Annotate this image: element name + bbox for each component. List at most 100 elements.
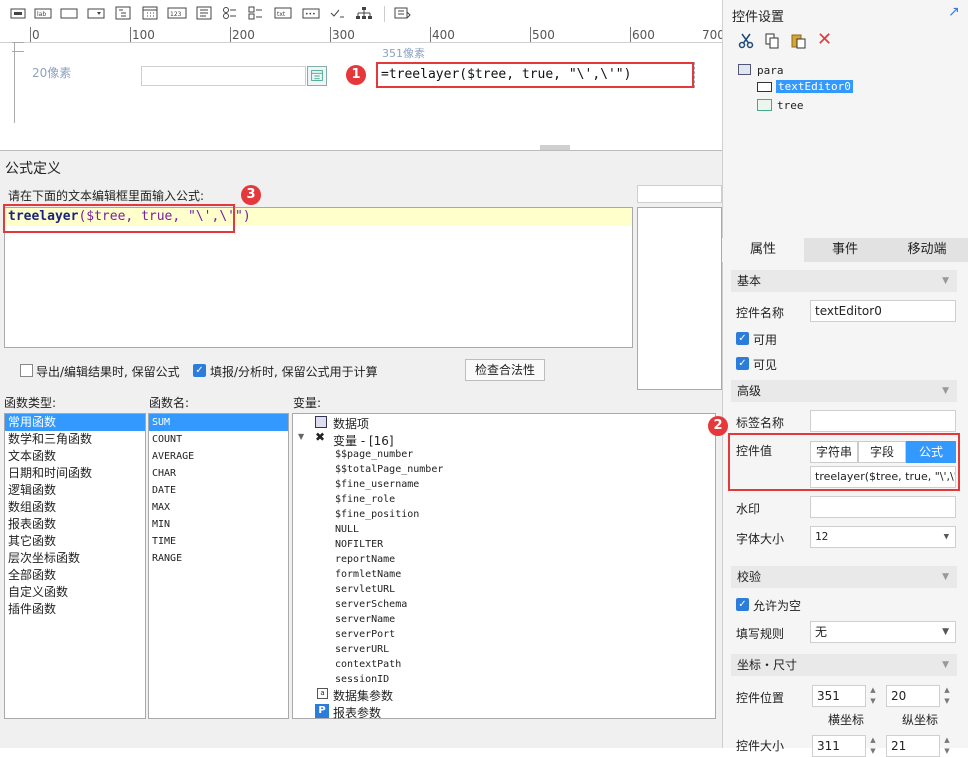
- export-keep-formula-checkbox[interactable]: [20, 364, 33, 377]
- list-item[interactable]: reportName: [335, 552, 443, 567]
- list-item[interactable]: DATE: [149, 482, 288, 499]
- list-item[interactable]: MIN: [149, 516, 288, 533]
- tree-node[interactable]: 报表参数: [333, 704, 381, 721]
- list-item[interactable]: $fine_username: [335, 477, 443, 492]
- paste-icon[interactable]: [790, 33, 806, 52]
- size-height-stepper[interactable]: ▲ ▼: [941, 735, 953, 757]
- section-coordinates[interactable]: 坐标・尺寸 ▼: [731, 654, 957, 676]
- section-validation[interactable]: 校验 ▼: [731, 566, 957, 588]
- radio-group-icon[interactable]: [220, 5, 240, 21]
- list-item[interactable]: 日期和时间函数: [5, 465, 145, 482]
- list-item[interactable]: NULL: [335, 522, 443, 537]
- form-icon: [738, 64, 751, 75]
- list-item[interactable]: RANGE: [149, 550, 288, 567]
- copy-icon[interactable]: [764, 33, 780, 52]
- list-item[interactable]: CHAR: [149, 465, 288, 482]
- function-search-input[interactable]: [637, 185, 722, 203]
- textarea-icon[interactable]: [194, 5, 214, 21]
- tree-node-selected[interactable]: textEditor0: [776, 80, 853, 93]
- treecombo-icon[interactable]: [113, 5, 133, 21]
- list-item[interactable]: contextPath: [335, 657, 443, 672]
- date-icon[interactable]: [140, 5, 160, 21]
- watermark-input[interactable]: [810, 496, 956, 518]
- position-y-stepper[interactable]: ▲ ▼: [941, 685, 953, 707]
- tree-node[interactable]: 数据项: [333, 415, 369, 432]
- variables-tree[interactable]: 数据项 ▼ ✖ 变量 - [16] $$page_number $$totalP…: [292, 413, 716, 721]
- widget-toolbar: lab 123 txt •••: [0, 0, 722, 27]
- size-height-input[interactable]: 21: [886, 735, 940, 757]
- tab-properties[interactable]: 属性: [722, 238, 804, 262]
- list-item[interactable]: 逻辑函数: [5, 482, 145, 499]
- text-icon[interactable]: txt: [273, 5, 293, 21]
- section-advanced[interactable]: 高级 ▼: [731, 380, 957, 402]
- check-validity-button[interactable]: 检查合法性: [465, 359, 545, 381]
- tree-dropdown-icon[interactable]: [307, 66, 327, 86]
- list-item[interactable]: NOFILTER: [335, 537, 443, 552]
- visible-checkbox[interactable]: ✓: [736, 357, 749, 370]
- list-item[interactable]: AVERAGE: [149, 448, 288, 465]
- list-item[interactable]: 其它函数: [5, 533, 145, 550]
- position-x-input[interactable]: 351: [812, 685, 866, 707]
- list-item[interactable]: 插件函数: [5, 601, 145, 618]
- fill-keep-formula-checkbox[interactable]: ✓: [193, 364, 206, 377]
- list-item[interactable]: $fine_role: [335, 492, 443, 507]
- tree-icon[interactable]: [354, 5, 374, 21]
- list-item[interactable]: MAX: [149, 499, 288, 516]
- allow-empty-checkbox[interactable]: ✓: [736, 598, 749, 611]
- position-label: 351像素: [382, 47, 425, 60]
- list-item[interactable]: 文本函数: [5, 448, 145, 465]
- number-icon[interactable]: 123: [167, 5, 187, 21]
- list-item[interactable]: SUM: [149, 414, 288, 431]
- position-x-stepper[interactable]: ▲ ▼: [867, 685, 879, 707]
- list-item[interactable]: serverName: [335, 612, 443, 627]
- fill-rule-select[interactable]: 无 ▼: [810, 621, 956, 643]
- textbox-icon[interactable]: [59, 5, 79, 21]
- checkbox-icon[interactable]: [327, 5, 347, 21]
- list-item[interactable]: TIME: [149, 533, 288, 550]
- section-basic[interactable]: 基本 ▼: [731, 270, 957, 292]
- list-item[interactable]: serverPort: [335, 627, 443, 642]
- cut-icon[interactable]: [738, 33, 754, 52]
- label-icon[interactable]: lab: [33, 5, 53, 21]
- list-item[interactable]: 全部函数: [5, 567, 145, 584]
- list-item[interactable]: formletName: [335, 567, 443, 582]
- expand-icon[interactable]: ↗: [948, 4, 960, 20]
- list-item[interactable]: COUNT: [149, 431, 288, 448]
- tag-name-input[interactable]: [810, 410, 956, 432]
- function-names-list[interactable]: SUM COUNT AVERAGE CHAR DATE MAX MIN TIME…: [148, 413, 289, 719]
- list-item[interactable]: 数组函数: [5, 499, 145, 516]
- svg-text:•••: •••: [305, 11, 316, 18]
- tree-node[interactable]: para: [757, 64, 784, 77]
- password-icon[interactable]: •••: [301, 5, 321, 21]
- size-width-input[interactable]: 311: [812, 735, 866, 757]
- control-name-input[interactable]: textEditor0: [810, 300, 956, 322]
- position-y-input[interactable]: 20: [886, 685, 940, 707]
- tree-node[interactable]: tree: [777, 99, 804, 112]
- tree-node[interactable]: 数据集参数: [333, 687, 393, 704]
- list-item[interactable]: 层次坐标函数: [5, 550, 145, 567]
- list-item[interactable]: 报表函数: [5, 516, 145, 533]
- list-item[interactable]: servletURL: [335, 582, 443, 597]
- tab-events[interactable]: 事件: [804, 238, 886, 262]
- enabled-checkbox[interactable]: ✓: [736, 332, 749, 345]
- list-item[interactable]: serverSchema: [335, 597, 443, 612]
- list-item[interactable]: 常用函数: [5, 414, 145, 431]
- size-width-stepper[interactable]: ▲ ▼: [867, 735, 879, 757]
- collapse-icon[interactable]: ▼: [298, 432, 304, 441]
- list-item[interactable]: $fine_position: [335, 507, 443, 522]
- tab-mobile[interactable]: 移动端: [886, 238, 968, 262]
- combobox-icon[interactable]: [86, 5, 106, 21]
- list-item[interactable]: $$totalPage_number: [335, 462, 443, 477]
- list-item[interactable]: 数学和三角函数: [5, 431, 145, 448]
- list-item[interactable]: $$page_number: [335, 447, 443, 462]
- checkbox-group-icon[interactable]: [246, 5, 266, 21]
- tab-icon[interactable]: [392, 5, 412, 21]
- delete-icon[interactable]: ✕: [817, 31, 832, 49]
- function-types-list[interactable]: 常用函数 数学和三角函数 文本函数 日期和时间函数 逻辑函数 数组函数 报表函数…: [4, 413, 146, 719]
- list-item[interactable]: serverURL: [335, 642, 443, 657]
- list-item[interactable]: sessionID: [335, 672, 443, 687]
- tree-combo-widget[interactable]: [141, 66, 306, 86]
- button-icon[interactable]: [8, 5, 28, 21]
- list-item[interactable]: 自定义函数: [5, 584, 145, 601]
- font-size-select[interactable]: 12 ▼: [810, 526, 956, 548]
